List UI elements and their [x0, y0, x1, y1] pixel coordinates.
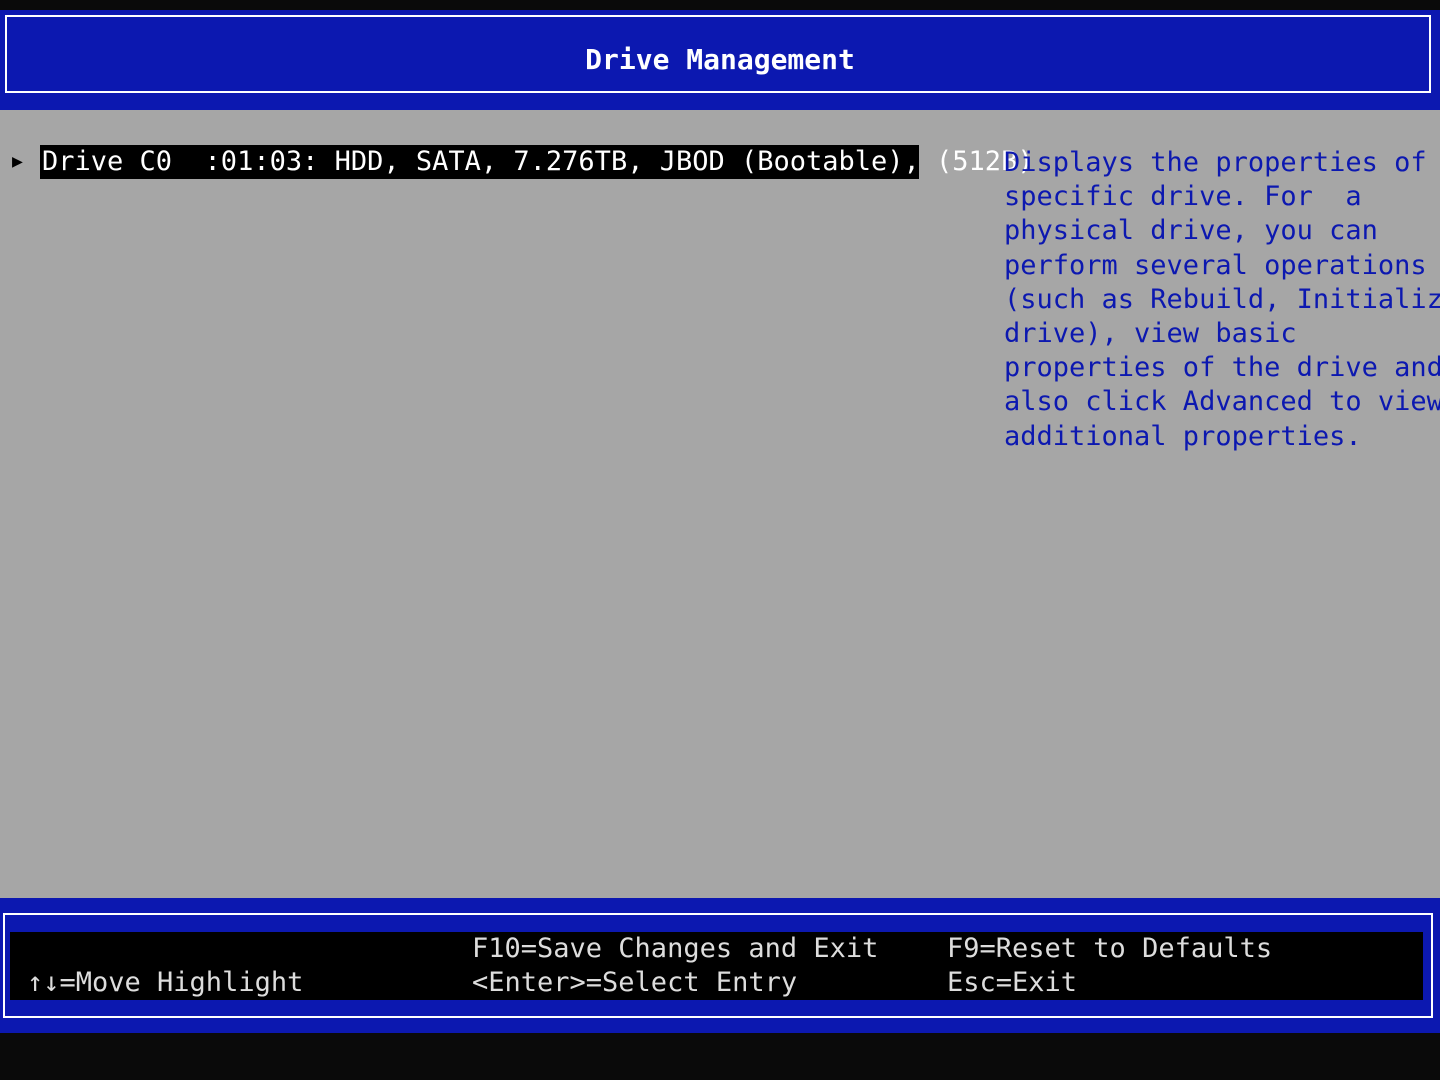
help-line: Displays the properties of a — [1004, 147, 1440, 178]
reset-defaults-hint: F9=Reset to Defaults — [947, 933, 1273, 964]
top-border — [0, 0, 1440, 10]
help-text-panel: Displays the properties of a specific dr… — [1004, 146, 1440, 466]
help-line: also click Advanced to view — [1004, 386, 1440, 418]
page-title: Drive Management — [585, 43, 855, 76]
drive-list-item-c0[interactable]: Drive C0 :01:03: HDD, SATA, 7.276TB, JBO… — [40, 145, 1034, 179]
help-line: properties of the drive and — [1004, 352, 1440, 384]
save-exit-hint: F10=Save Changes and Exit — [472, 933, 879, 964]
help-line: additional properties. — [1004, 420, 1362, 452]
help-line: physical drive, you can — [1004, 215, 1378, 247]
move-highlight-hint: ↑↓=Move Highlight — [27, 967, 304, 998]
help-line: perform several operations — [1004, 249, 1427, 281]
help-line: (such as Rebuild, Initialize — [1004, 283, 1440, 315]
submenu-arrow-icon: ▶ — [12, 151, 23, 172]
bottom-border — [0, 1033, 1440, 1080]
esc-exit-hint: Esc=Exit — [947, 967, 1078, 998]
help-line: specific drive. For a — [1004, 181, 1362, 213]
help-line: drive), view basic — [1004, 317, 1297, 349]
select-entry-hint: <Enter>=Select Entry — [472, 967, 798, 998]
